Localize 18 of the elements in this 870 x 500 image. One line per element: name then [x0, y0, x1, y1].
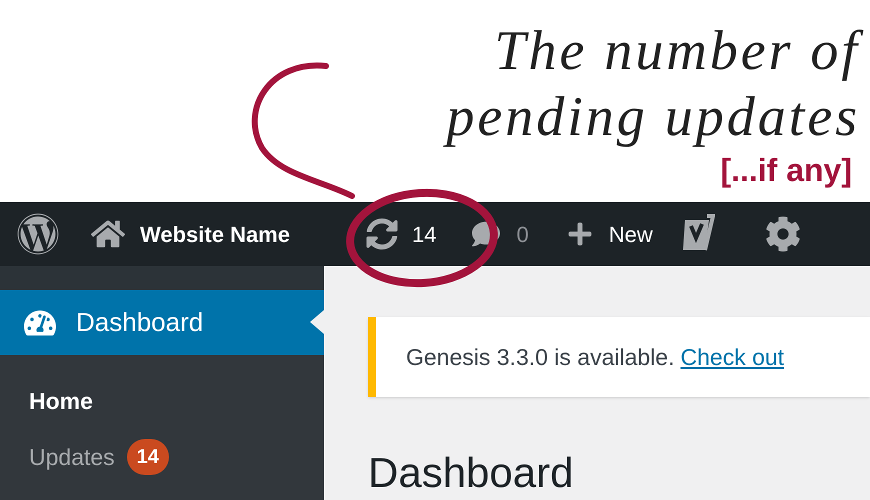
- submenu-item[interactable]: Updates 14: [0, 429, 324, 485]
- notice-link[interactable]: Check out: [680, 340, 784, 374]
- sidebar-item[interactable]: Dashboard: [0, 290, 324, 355]
- plus-icon: [566, 221, 593, 247]
- comment-icon: [472, 220, 500, 248]
- note-text: [...if any]: [720, 151, 852, 190]
- selection-arrow-icon: [310, 310, 324, 334]
- notice-text: Genesis 3.3.0 is available.: [406, 342, 674, 372]
- new-link[interactable]: New: [566, 218, 653, 250]
- settings-icon[interactable]: [764, 216, 801, 252]
- updates-link[interactable]: 14: [366, 218, 436, 250]
- count-badge: 14: [126, 439, 169, 475]
- comments-link[interactable]: 0: [472, 218, 529, 250]
- wordpress-logo-icon[interactable]: [17, 213, 59, 255]
- refresh-icon: [366, 218, 398, 250]
- page-title: Dashboard: [368, 448, 574, 498]
- site-name-link[interactable]: Website Name: [91, 217, 290, 251]
- submenu-item[interactable]: Home: [0, 373, 324, 429]
